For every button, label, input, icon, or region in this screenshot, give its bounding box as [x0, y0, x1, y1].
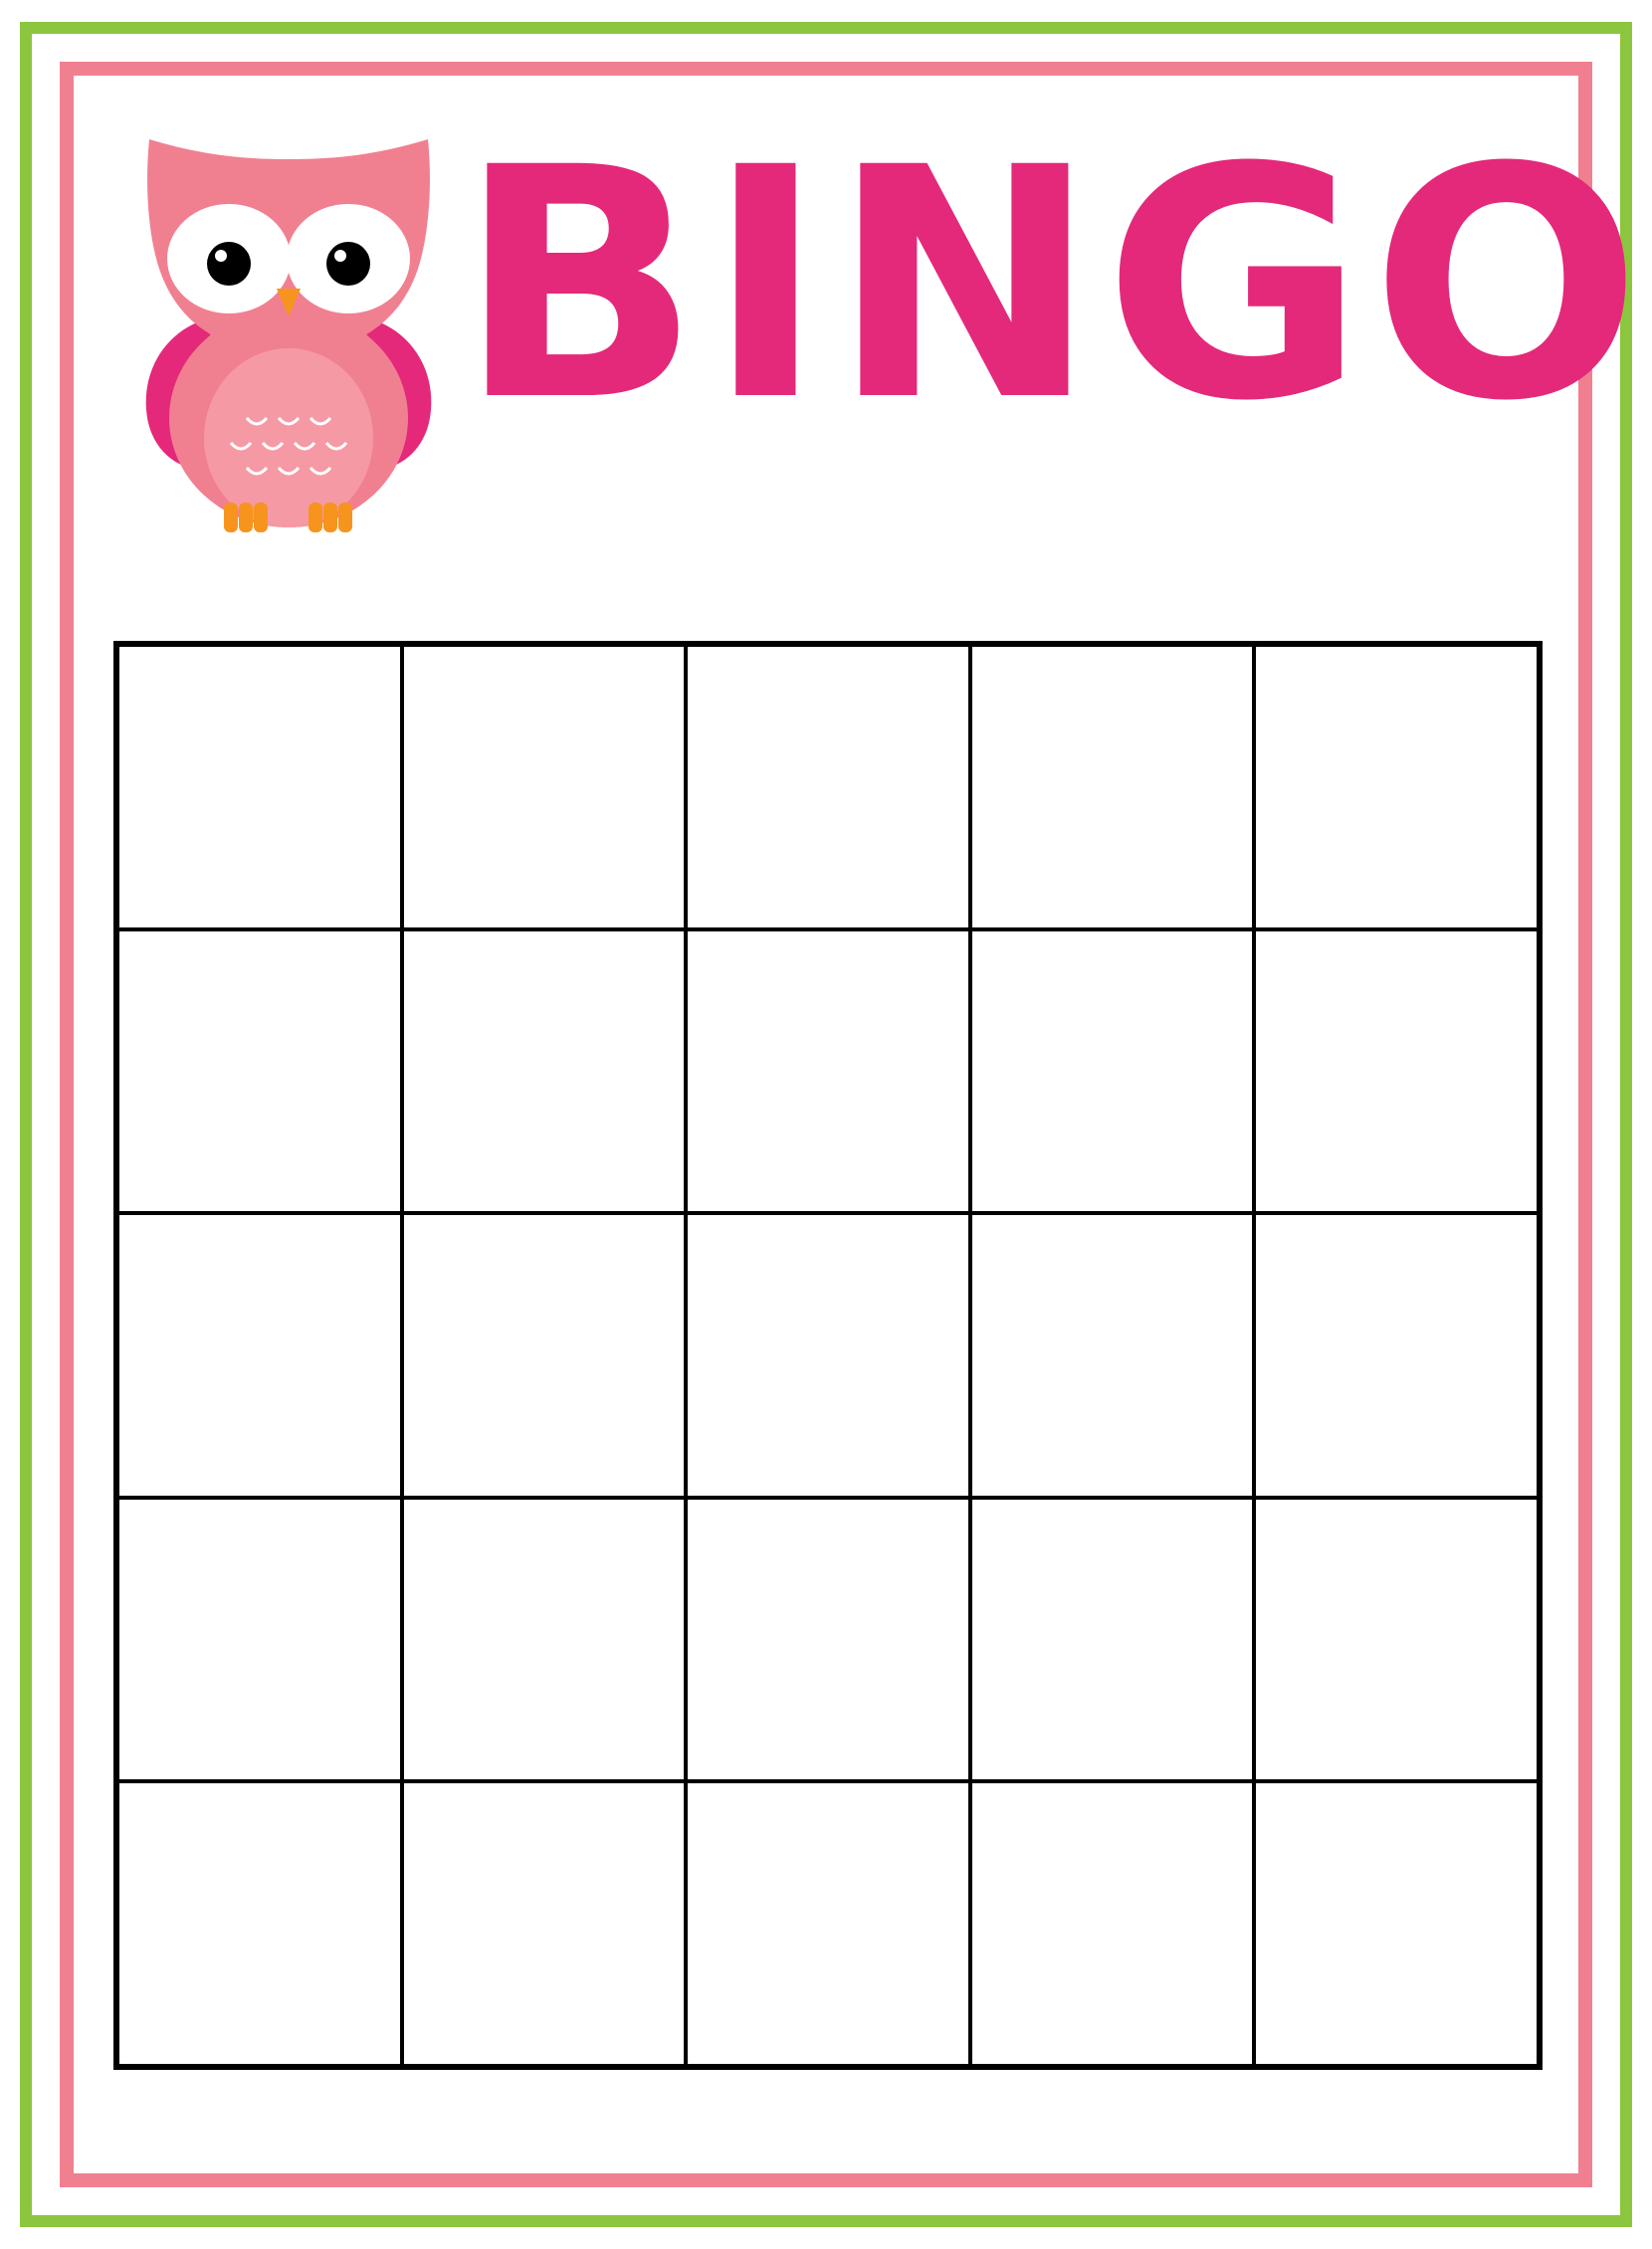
owl-icon: [129, 119, 448, 537]
bingo-cell[interactable]: [1254, 645, 1539, 929]
bingo-cell[interactable]: [969, 1781, 1255, 2066]
bingo-cell[interactable]: [401, 1497, 687, 1782]
bingo-cell[interactable]: [969, 1497, 1255, 1782]
bingo-cell[interactable]: [117, 645, 402, 929]
bingo-cell[interactable]: [1254, 1781, 1539, 2066]
bingo-cell[interactable]: [401, 1781, 687, 2066]
bingo-cell[interactable]: [969, 1213, 1255, 1498]
bingo-cell[interactable]: [1254, 1213, 1539, 1498]
bingo-cell[interactable]: [401, 645, 687, 929]
bingo-cell[interactable]: [686, 645, 970, 929]
bingo-cell[interactable]: [117, 1781, 402, 2066]
bingo-cell[interactable]: [969, 928, 1255, 1214]
bingo-cell[interactable]: [686, 928, 970, 1214]
bingo-cell[interactable]: [401, 928, 687, 1214]
bingo-card: BINGO: [0, 0, 1652, 2249]
bingo-title: BINGO: [458, 101, 1648, 471]
bingo-cell[interactable]: [117, 1213, 402, 1498]
bingo-cell[interactable]: [1254, 1497, 1539, 1782]
bingo-cell[interactable]: [401, 1213, 687, 1498]
bingo-cell[interactable]: [1254, 928, 1539, 1214]
bingo-cell[interactable]: [686, 1781, 970, 2066]
bingo-cell[interactable]: [117, 928, 402, 1214]
bingo-cell[interactable]: [117, 1497, 402, 1782]
bingo-cell[interactable]: [969, 645, 1255, 929]
bingo-cell[interactable]: [686, 1497, 970, 1782]
bingo-cell[interactable]: [686, 1213, 970, 1498]
bingo-grid: [113, 641, 1543, 2070]
